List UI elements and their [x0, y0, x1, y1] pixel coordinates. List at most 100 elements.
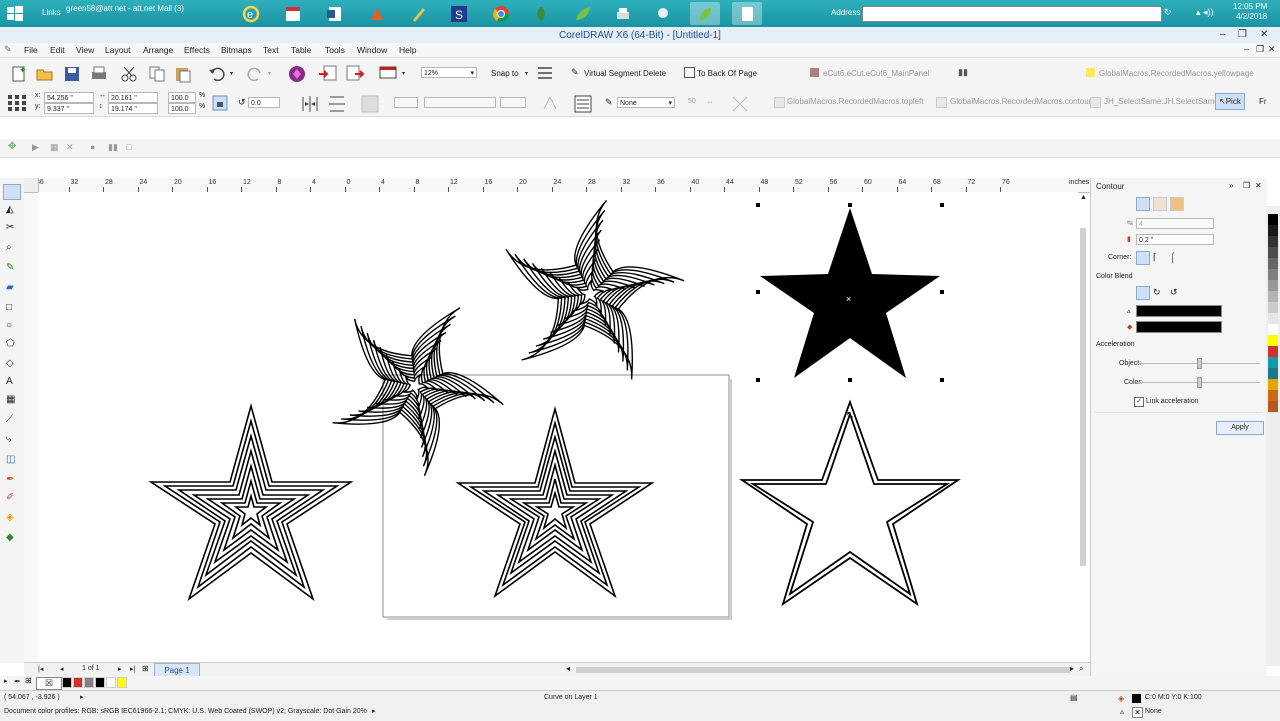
rectangle-tool-icon[interactable]: □ — [6, 302, 12, 313]
smart-fill-tool-icon[interactable]: ▰ — [6, 282, 14, 293]
refresh-icon[interactable]: ↻ — [1164, 7, 1172, 18]
tray-icons[interactable]: ▴ ◂)) — [1196, 7, 1214, 18]
mirror-horizontal-icon[interactable] — [300, 94, 320, 114]
scroll-left-icon[interactable]: ◂ — [566, 664, 570, 673]
navigator-icon[interactable]: ⌕ — [1079, 664, 1083, 674]
save-icon[interactable] — [63, 65, 81, 83]
clock[interactable]: 12:05 PM 4/2/2018 — [1233, 2, 1267, 22]
menu-edit[interactable]: Edit — [50, 45, 65, 55]
printer-icon[interactable] — [608, 2, 638, 25]
menu-view[interactable]: View — [76, 45, 94, 55]
outside-contour-icon[interactable] — [1170, 197, 1184, 211]
ellipse-tool-icon[interactable]: ○ — [6, 320, 12, 331]
node-grid-icon[interactable] — [730, 94, 750, 114]
object-acceleration-thumb[interactable] — [1197, 358, 1202, 369]
freehand-tool-icon[interactable]: ✎ — [6, 262, 14, 273]
menu-effects[interactable]: Effects — [184, 45, 210, 55]
snap-to-button[interactable]: Snap to — [491, 69, 519, 78]
fill-color-select[interactable] — [1136, 321, 1222, 333]
scroll-right-icon[interactable]: ▸ — [1070, 664, 1074, 673]
eyedropper-icon[interactable]: ✒ — [14, 677, 21, 686]
yellowpage-icon[interactable] — [1086, 68, 1095, 77]
macro-selectsame-button[interactable]: JH_SelectSame.JH.SelectSame — [1104, 97, 1219, 106]
maximize-icon[interactable]: ❐ — [1238, 29, 1247, 40]
blend-tool-icon[interactable]: ◫ — [6, 454, 15, 465]
search-content-icon[interactable] — [287, 64, 307, 84]
undo-icon[interactable] — [208, 65, 226, 83]
angle-field[interactable]: 0.0 — [248, 97, 280, 108]
menu-layout[interactable]: Layout — [105, 45, 131, 55]
steps-field[interactable]: 4 — [1136, 218, 1214, 229]
dimension-tool-icon[interactable]: ⟋ — [6, 414, 13, 425]
palette-swatch[interactable] — [1268, 401, 1278, 413]
word-icon[interactable] — [320, 2, 350, 25]
options-icon[interactable] — [536, 64, 554, 82]
menu-window[interactable]: Window — [357, 45, 387, 55]
macro-run-icon[interactable]: ✥ — [8, 141, 16, 152]
chrome-icon[interactable] — [486, 2, 516, 25]
virtual-segment-delete-icon[interactable]: ✎ — [571, 67, 579, 78]
mirror-vertical-icon[interactable] — [327, 94, 347, 114]
windows-start-icon[interactable] — [4, 3, 26, 25]
fill-tool-icon[interactable]: ◈ — [6, 512, 14, 523]
vertical-scrollbar[interactable]: ▲ — [1078, 192, 1088, 662]
redo-icon[interactable] — [246, 65, 264, 83]
polygon-tool-icon[interactable]: ⬠ — [6, 338, 15, 349]
calendar-icon[interactable] — [278, 2, 308, 25]
ie-icon[interactable]: e — [236, 2, 266, 25]
app-icon[interactable] — [362, 2, 392, 25]
macro-icon[interactable] — [810, 68, 819, 77]
macro-main-panel-button[interactable]: eCut6.eCut.eCut6_MainPanel — [823, 69, 929, 78]
to-center-icon[interactable] — [1136, 197, 1150, 211]
menu-help[interactable]: Help — [399, 45, 416, 55]
tool-icon[interactable] — [648, 2, 678, 25]
paste-icon[interactable] — [174, 65, 192, 83]
y-position-field[interactable]: 9.337 " — [44, 103, 94, 114]
next-page-icon[interactable]: ▸ — [118, 665, 122, 673]
wrap-select[interactable] — [394, 97, 418, 108]
minimize-icon[interactable]: – — [1220, 29, 1226, 40]
docker-restore-icon[interactable]: ❐ — [1243, 181, 1250, 190]
height-field[interactable]: 19.174 " — [108, 103, 158, 114]
inside-contour-icon[interactable] — [1153, 197, 1167, 211]
status-snap-icon[interactable]: ▤ — [1070, 693, 1078, 702]
menu-file[interactable]: File — [24, 45, 38, 55]
fill-swatch[interactable] — [1132, 694, 1141, 703]
crop-tool-icon[interactable]: ✂ — [6, 222, 14, 233]
address-input[interactable] — [862, 6, 1162, 22]
undo-dropdown-icon[interactable]: ▾ — [230, 70, 233, 77]
last-page-icon[interactable]: ▸| — [130, 665, 135, 673]
document-swatch[interactable] — [117, 677, 127, 688]
macro-contour-button[interactable]: GlobalMacros.RecordedMacros.contour — [950, 97, 1091, 106]
pick-button[interactable]: ↖ Pick — [1215, 93, 1245, 110]
palette-nav-icon[interactable]: ⊞ — [25, 676, 32, 685]
no-color-swatch[interactable]: ☒ — [36, 677, 62, 690]
zoom-tool-icon[interactable]: ⌕ — [6, 242, 12, 253]
macro-stop-icon[interactable]: ● — [90, 142, 95, 152]
cut-icon[interactable] — [120, 65, 138, 83]
link-acceleration-checkbox[interactable]: ✓ — [1134, 397, 1144, 407]
document-swatch[interactable] — [84, 677, 94, 688]
ruler-corner[interactable] — [24, 178, 39, 193]
transparency-icon[interactable] — [541, 94, 559, 112]
close-icon[interactable]: ✕ — [1260, 29, 1268, 40]
value-50[interactable]: 50 — [688, 98, 696, 105]
vertical-scroll-thumb[interactable] — [1080, 228, 1086, 566]
doc-minimize-icon[interactable]: – — [1244, 44, 1249, 54]
scale-x-field[interactable]: 100.0 — [168, 92, 196, 103]
table-tool-icon[interactable]: ▦ — [6, 394, 15, 405]
outline-tool-icon[interactable]: ✐ — [6, 492, 14, 503]
menu-arrange[interactable]: Arrange — [143, 45, 173, 55]
macro-contour-icon[interactable] — [936, 97, 947, 108]
docker-close-icon[interactable]: ✕ — [1255, 181, 1262, 190]
color-profiles-arrow-icon[interactable]: ▸ — [372, 707, 376, 715]
vertical-ruler[interactable] — [24, 192, 39, 662]
wrap-text-icon[interactable] — [573, 94, 593, 114]
macro-box-icon[interactable]: □ — [126, 142, 131, 152]
offset-field[interactable]: 0.2 " — [1136, 234, 1214, 245]
document-swatch[interactable] — [95, 677, 105, 688]
palette-arrow-icon[interactable]: ▸ — [4, 677, 8, 685]
leaf-icon[interactable] — [568, 2, 598, 25]
macro-play-icon[interactable]: ▶ — [32, 142, 39, 153]
lock-ratio-icon[interactable] — [212, 95, 228, 111]
